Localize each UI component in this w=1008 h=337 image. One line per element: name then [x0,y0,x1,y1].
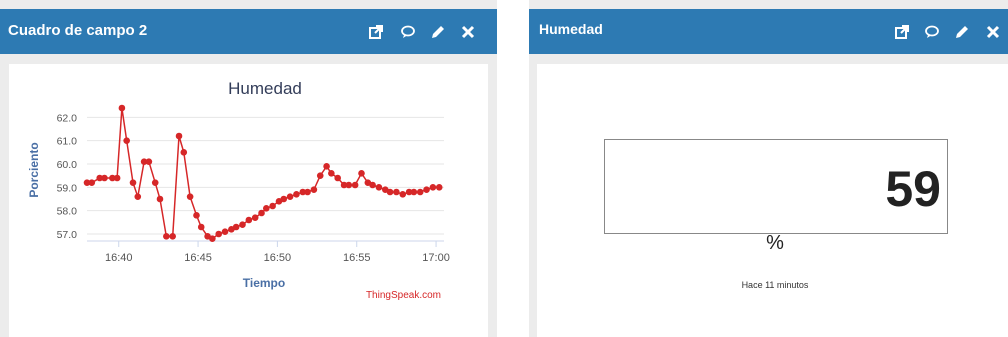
y-tick-label: 58.0 [57,206,78,218]
data-point [169,233,176,240]
data-point [369,181,376,189]
data-point [386,188,394,196]
humidity-chart: 57.0 58.0 59.0 60.0 61.0 62.0 16:40 16:45 16:50 1… [27,79,450,301]
data-point [221,228,229,235]
comment-icon[interactable] [924,24,940,40]
value-unit: % [766,232,784,254]
data-point [209,235,216,242]
data-point [334,174,341,182]
data-point [286,193,294,200]
x-tick-label: 16:45 [184,252,212,264]
data-point [129,179,137,186]
y-axis-label: Porciento [27,142,41,197]
x-tick-label: 17:00 [422,252,450,264]
data-point [280,195,288,203]
data-point [293,191,300,198]
data-point [232,223,240,231]
widget-header: Humedad [529,9,1008,54]
current-value: 59 [885,161,941,217]
data-point [375,184,383,191]
data-point [316,172,324,179]
data-point [197,223,205,231]
y-tick-label: 57.0 [57,229,78,241]
data-point [251,214,259,221]
data-point [134,193,142,200]
data-point [423,186,430,193]
series-line [87,107,440,240]
data-point [262,205,270,212]
widget-title: Humedad [539,21,603,37]
data-point [328,170,335,177]
data-point [345,181,353,189]
data-point [416,188,424,196]
data-point [123,137,130,144]
data-point [410,188,418,196]
data-point [145,158,153,165]
widget-header: Cuadro de campo 2 [0,9,497,54]
data-point [393,188,400,196]
chart-widget-panel: Cuadro de campo 2 57.0 58.0 59.0 60.0 61.0 62… [0,0,497,337]
data-point [358,170,365,177]
data-point [323,163,330,170]
widget-title: Cuadro de campo 2 [8,22,148,39]
data-point [101,174,108,182]
chart-credit: ThingSpeak.com [366,290,441,301]
data-point [215,230,222,238]
chart-body: 57.0 58.0 59.0 60.0 61.0 62.0 16:40 16:45 16:50 1… [9,64,488,337]
comment-icon[interactable] [400,24,416,40]
pencil-icon[interactable] [954,24,970,40]
data-point [351,181,359,189]
data-point [304,188,311,196]
data-point [156,195,164,203]
x-tick-label: 16:50 [264,252,292,264]
data-point [258,209,265,217]
external-link-icon[interactable] [368,24,384,40]
data-point [163,233,170,240]
data-point [151,179,159,186]
pencil-icon[interactable] [430,24,446,40]
numeric-widget-panel: Humedad 59 % Hace 11 minutos [529,0,1008,337]
data-point [180,149,188,156]
close-icon[interactable] [460,24,476,40]
y-tick-label: 61.0 [57,136,78,148]
value-display: 59 [604,139,948,234]
data-point [239,221,246,228]
data-point [435,184,443,191]
data-point [118,104,126,112]
y-tick-label: 59.0 [57,182,78,194]
data-point [269,202,276,210]
close-icon[interactable] [985,24,1001,40]
x-axis-label: Tiempo [243,276,285,290]
x-tick-label: 16:55 [343,252,371,264]
data-point [175,132,183,140]
last-updated: Hace 11 minutos [741,280,809,290]
data-point [429,184,437,191]
data-point [88,179,96,186]
data-point [399,191,407,198]
x-tick-label: 16:40 [105,252,133,264]
data-point [113,174,121,182]
chart-title: Humedad [228,79,302,98]
numeric-body: 59 % Hace 11 minutos [537,64,1008,337]
data-point [193,212,200,219]
data-point [310,186,318,193]
y-tick-label: 60.0 [57,159,78,171]
external-link-icon[interactable] [894,24,910,40]
y-tick-label: 62.0 [57,112,78,124]
data-point [186,193,194,200]
data-point [245,216,253,224]
